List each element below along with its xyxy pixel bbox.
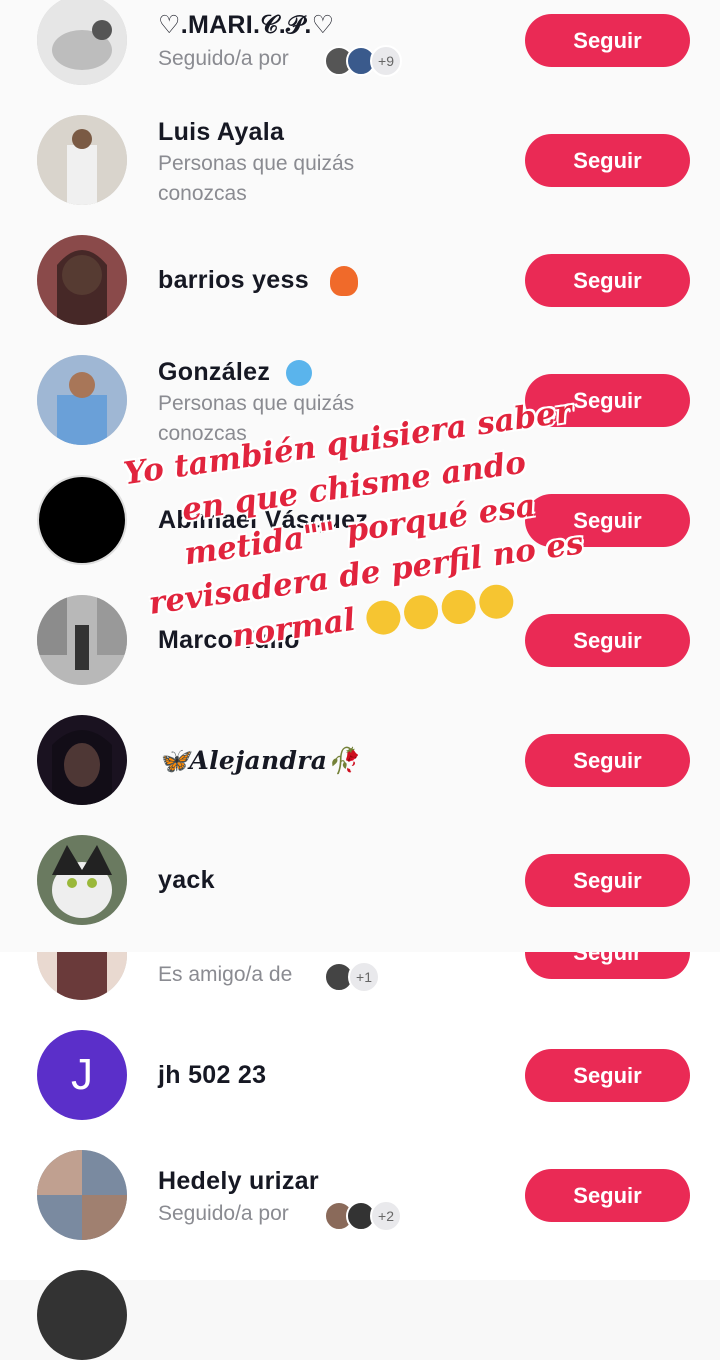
mutual-count: +2 [370, 1200, 402, 1232]
list-item[interactable]: J jh 502 23 Seguir [0, 1015, 720, 1135]
username[interactable]: ♡.MARI.𝒞.𝒫.♡ [158, 10, 334, 40]
mutual-count: +1 [348, 961, 380, 993]
avatar[interactable]: J [37, 1030, 127, 1120]
username[interactable]: 🦋Alejandra🥀 [158, 746, 359, 776]
saluting-face-icon [401, 592, 440, 632]
droplets-icon [286, 360, 312, 386]
list-item[interactable]: Es amigo/a de +1 Seguir [0, 952, 720, 1012]
follow-button[interactable]: Seguir [525, 614, 690, 667]
username[interactable]: jh 502 23 [158, 1061, 266, 1090]
avatar[interactable] [37, 355, 127, 445]
avatar[interactable] [37, 715, 127, 805]
suggestion-label: Personas que quizás [158, 392, 355, 415]
username[interactable]: Luis Ayala [158, 118, 284, 147]
mutual-label: Seguido/a por [158, 47, 289, 70]
avatar[interactable] [37, 1150, 127, 1240]
mutual-label: Seguido/a por [158, 1202, 289, 1225]
follow-button[interactable]: Seguir [525, 854, 690, 907]
list-item[interactable]: 🦋Alejandra🥀 Seguir [0, 700, 720, 820]
avatar[interactable] [37, 115, 127, 205]
list-item[interactable]: yack Seguir [0, 820, 720, 940]
mutual-avatars: +2 [324, 1200, 402, 1232]
list-item[interactable]: barrios yess Seguir [0, 220, 720, 340]
list-item[interactable]: Hedely urizar Seguido/a por +2 Seguir [0, 1135, 720, 1255]
follow-button[interactable]: Seguir [525, 254, 690, 307]
follow-button[interactable]: Seguir [525, 734, 690, 787]
username[interactable]: barrios yess [158, 266, 309, 295]
follow-button[interactable]: Seguir [525, 134, 690, 187]
suggestion-label: Personas que quizás [158, 152, 355, 175]
username[interactable]: Hedely urizar [158, 1167, 319, 1196]
mutual-avatars: +1 [324, 961, 380, 993]
username[interactable]: yack [158, 866, 215, 895]
avatar[interactable] [37, 1270, 127, 1360]
follow-button[interactable]: Seguir [525, 1049, 690, 1102]
avatar[interactable] [37, 952, 127, 1000]
mutual-avatars: +9 [324, 45, 402, 77]
avatar-initial: J [37, 1030, 127, 1120]
heart-fire-icon [330, 266, 358, 296]
list-item[interactable]: Luis Ayala Personas que quizás conozcas … [0, 100, 720, 220]
kissing-face-icon [476, 582, 515, 621]
avatar[interactable] [37, 0, 127, 85]
mutual-count: +9 [370, 45, 402, 77]
friend-label: Es amigo/a de [158, 963, 293, 986]
follow-button[interactable]: Seguir [525, 1169, 690, 1222]
laughing-face-icon [438, 587, 478, 626]
relieved-face-icon [363, 597, 403, 637]
avatar[interactable] [37, 595, 127, 685]
username[interactable]: González [158, 358, 270, 387]
suggestion-label-cont: conozcas [158, 182, 247, 205]
follow-button[interactable]: Seguir [525, 952, 690, 979]
avatar[interactable] [37, 835, 127, 925]
avatar[interactable] [37, 235, 127, 325]
follow-button[interactable]: Seguir [525, 14, 690, 67]
